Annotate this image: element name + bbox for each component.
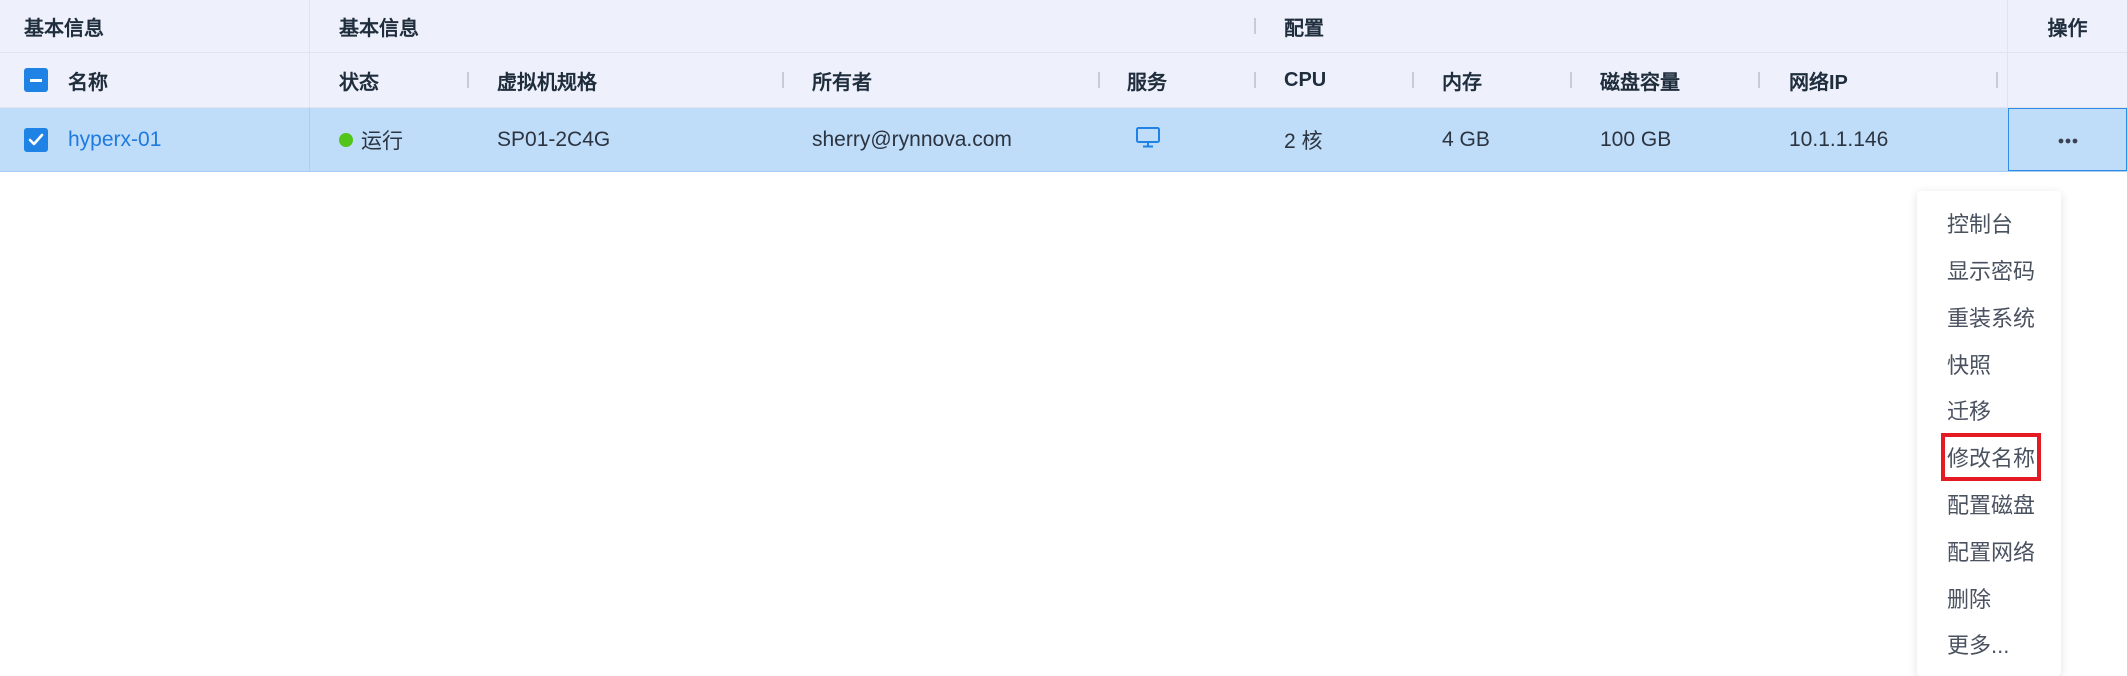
menu-item-migrate[interactable]: 迁移: [1945, 390, 1993, 430]
column-header-row: 名称 状态 虚拟机规格 所有者 服务 CPU 内存 磁盘容量 网络IP: [0, 53, 2127, 108]
column-ip[interactable]: 网络IP: [1789, 53, 1949, 107]
service-cell: [1127, 108, 1227, 171]
menu-item-console[interactable]: 控制台: [1945, 203, 2015, 243]
actions-dropdown-menu: 控制台 显示密码 重装系统 快照 迁移 修改名称 配置磁盘 配置网络 删除 更多…: [1917, 191, 2061, 676]
divider: [309, 108, 310, 171]
disk-cell: 100 GB: [1600, 127, 1672, 151]
column-resize-handle[interactable]: [782, 72, 784, 88]
memory-cell: 4 GB: [1442, 127, 1490, 151]
column-resize-handle[interactable]: [1098, 72, 1100, 88]
vm-name-link[interactable]: hyperx-01: [68, 108, 298, 171]
column-name[interactable]: 名称: [68, 53, 268, 107]
column-resize-handle[interactable]: [1412, 72, 1414, 88]
more-actions-button[interactable]: [2008, 108, 2127, 171]
menu-item-reinstall[interactable]: 重装系统: [1945, 297, 2037, 337]
menu-item-snapshot[interactable]: 快照: [1945, 344, 1993, 384]
spec-cell: SP01-2C4G: [497, 127, 611, 151]
column-status[interactable]: 状态: [339, 53, 459, 107]
group-header-row: 基本信息 基本信息 配置 操作: [0, 0, 2127, 53]
table-row[interactable]: hyperx-01 运行 SP01-2C4G sherry@rynnova.co…: [0, 108, 2127, 172]
column-cpu[interactable]: CPU: [1284, 53, 1404, 107]
menu-item-delete[interactable]: 删除: [1945, 578, 1993, 618]
column-resize-handle[interactable]: [1570, 72, 1572, 88]
monitor-icon[interactable]: [1135, 126, 1161, 153]
select-all-checkbox[interactable]: [24, 53, 64, 107]
status-dot-icon: [339, 132, 353, 147]
menu-item-config-disk[interactable]: 配置磁盘: [1945, 484, 2037, 524]
column-memory[interactable]: 内存: [1442, 53, 1562, 107]
status-text: 运行: [361, 129, 403, 153]
menu-item-config-network[interactable]: 配置网络: [1945, 531, 2037, 571]
ellipsis-icon: [2058, 131, 2078, 149]
menu-item-rename[interactable]: 修改名称: [1940, 433, 2042, 481]
divider: [2007, 53, 2008, 107]
divider: [309, 0, 310, 52]
column-resize-handle[interactable]: [467, 72, 469, 88]
cpu-cell: 2 核: [1284, 129, 1323, 153]
divider: [309, 53, 310, 107]
group-basic-info-2: 基本信息: [339, 17, 419, 40]
owner-cell: sherry@rynnova.com: [812, 127, 1012, 151]
checkmark-icon: [24, 127, 48, 152]
column-resize-handle[interactable]: [1758, 72, 1760, 88]
group-ops: 操作: [2047, 17, 2088, 40]
column-disk[interactable]: 磁盘容量: [1600, 53, 1760, 107]
column-spec[interactable]: 虚拟机规格: [497, 53, 757, 107]
column-owner[interactable]: 所有者: [812, 53, 1072, 107]
column-resize-handle[interactable]: [1254, 72, 1256, 88]
menu-item-show-password[interactable]: 显示密码: [1945, 250, 2037, 290]
ip-cell: 10.1.1.146: [1789, 127, 1889, 151]
column-service[interactable]: 服务: [1127, 53, 1227, 107]
column-resize-handle[interactable]: [1996, 72, 1998, 88]
menu-item-more[interactable]: 更多...: [1945, 624, 2011, 664]
group-basic-info-1: 基本信息: [24, 17, 104, 40]
group-config: 配置: [1284, 17, 1324, 40]
status-cell: 运行: [339, 108, 469, 171]
divider: [1254, 18, 1256, 34]
indeterminate-checkbox-icon: [24, 68, 48, 92]
row-checkbox[interactable]: [24, 108, 64, 171]
